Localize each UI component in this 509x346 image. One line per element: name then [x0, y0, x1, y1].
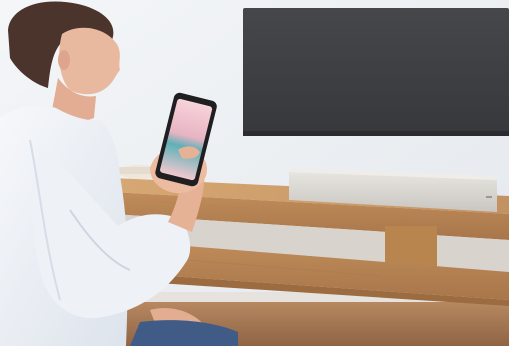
tv-screen — [243, 8, 509, 136]
tv-bezel-bottom — [243, 131, 509, 136]
photo — [0, 0, 509, 346]
soundbar-led — [486, 196, 492, 198]
scene — [0, 0, 509, 346]
ear — [58, 50, 70, 70]
